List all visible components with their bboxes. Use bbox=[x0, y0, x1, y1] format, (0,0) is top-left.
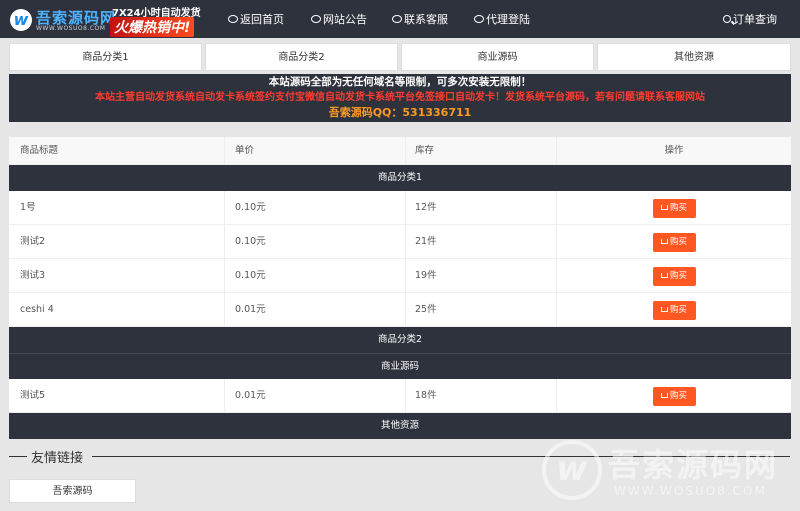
watermark: w 吾索源码网 WWW.WOSUO8.COM bbox=[540, 436, 790, 504]
product-stock: 12件 bbox=[415, 202, 437, 213]
product-stock: 21件 bbox=[415, 236, 437, 247]
product-title: ceshi 4 bbox=[20, 304, 54, 315]
table-row: 测试3 0.10元 19件 购买 bbox=[9, 259, 791, 293]
cart-icon bbox=[660, 239, 668, 244]
action-cell: 购买 bbox=[557, 191, 791, 224]
table-row: ceshi 4 0.01元 25件 购买 bbox=[9, 293, 791, 327]
tab-commercial-source[interactable]: 商业源码 bbox=[401, 43, 594, 71]
product-stock: 18件 bbox=[415, 390, 437, 401]
buy-button[interactable]: 购买 bbox=[652, 199, 696, 218]
header-price: 单价 bbox=[235, 145, 255, 156]
nav-home-link[interactable]: 返回首页 bbox=[228, 11, 284, 27]
tab-category-1[interactable]: 商品分类1 bbox=[9, 43, 202, 71]
order-search-label: 订单查询 bbox=[733, 13, 777, 26]
product-title: 测试2 bbox=[20, 236, 46, 247]
product-title: 测试5 bbox=[20, 390, 46, 401]
nav-home-label: 返回首页 bbox=[240, 13, 284, 26]
announcement-line-3: 吾索源码QQ：531336711 bbox=[328, 106, 472, 119]
category-row: 商业源码 bbox=[9, 353, 791, 379]
cart-icon bbox=[660, 307, 668, 312]
friend-link-item[interactable]: 吾索源码 bbox=[9, 479, 136, 503]
header-stock: 库存 bbox=[415, 145, 435, 156]
header-title: 商品标题 bbox=[20, 145, 59, 156]
product-price: 0.10元 bbox=[235, 202, 266, 213]
cart-icon bbox=[660, 205, 668, 210]
nav-agent-link[interactable]: 代理登陆 bbox=[474, 11, 530, 27]
notice-icon bbox=[311, 15, 321, 23]
home-icon bbox=[228, 15, 238, 23]
nav-service-link[interactable]: 联系客服 bbox=[392, 11, 448, 27]
buy-button[interactable]: 购买 bbox=[652, 267, 696, 286]
action-cell: 购买 bbox=[557, 379, 791, 412]
table-row: 测试5 0.01元 18件 购买 bbox=[9, 379, 791, 413]
action-cell: 购买 bbox=[557, 259, 791, 292]
product-price: 0.10元 bbox=[235, 236, 266, 247]
table-row: 1号 0.10元 12件 购买 bbox=[9, 191, 791, 225]
top-navbar: w 吾索源码网 WWW.WOSUO8.COM 7X24小时自动发货 火爆热销中!… bbox=[0, 0, 800, 38]
product-stock: 19件 bbox=[415, 270, 437, 281]
friend-links-title: 友情链接 bbox=[29, 447, 86, 466]
announcement-banner: 本站源码全部为无任何域名等限制，可多次安装无限制！ 本站主营自动发货系统自动发卡… bbox=[9, 74, 791, 122]
buy-button[interactable]: 购买 bbox=[652, 233, 696, 252]
product-stock: 25件 bbox=[415, 304, 437, 315]
product-price: 0.01元 bbox=[235, 304, 266, 315]
logo-mark-icon: w bbox=[10, 9, 32, 31]
product-title: 1号 bbox=[20, 202, 36, 213]
product-title: 测试3 bbox=[20, 270, 46, 281]
category-row: 商品分类1 bbox=[9, 165, 791, 191]
friend-links-divider-left bbox=[9, 456, 27, 457]
watermark-logo-icon: w bbox=[542, 440, 602, 500]
header-action: 操作 bbox=[664, 145, 684, 156]
nav-service-label: 联系客服 bbox=[404, 13, 448, 26]
action-cell: 购买 bbox=[557, 225, 791, 258]
site-logo[interactable]: w 吾索源码网 WWW.WOSUO8.COM 7X24小时自动发货 火爆热销中! bbox=[10, 4, 215, 37]
logo-url: WWW.WOSUO8.COM bbox=[36, 25, 106, 32]
announcement-line-1: 本站源码全部为无任何域名等限制，可多次安装无限制！ bbox=[268, 76, 532, 88]
nav-agent-label: 代理登陆 bbox=[486, 13, 530, 26]
nav-notice-link[interactable]: 网站公告 bbox=[311, 11, 367, 27]
buy-button[interactable]: 购买 bbox=[652, 387, 696, 406]
tab-other-resources[interactable]: 其他资源 bbox=[597, 43, 791, 71]
cart-icon bbox=[660, 393, 668, 398]
watermark-url: WWW.WOSUO8.COM bbox=[614, 484, 767, 498]
service-icon bbox=[392, 15, 402, 23]
logo-promo-line2: 火爆热销中! bbox=[110, 17, 195, 37]
product-price: 0.01元 bbox=[235, 390, 266, 401]
nav-notice-label: 网站公告 bbox=[323, 13, 367, 26]
product-price: 0.10元 bbox=[235, 270, 266, 281]
tab-category-2[interactable]: 商品分类2 bbox=[205, 43, 398, 71]
search-icon bbox=[723, 15, 731, 23]
product-table: 商品标题 单价 库存 操作 商品分类1 1号 0.10元 12件 购买 测试2 … bbox=[9, 137, 791, 439]
buy-button[interactable]: 购买 bbox=[652, 301, 696, 320]
table-header-row: 商品标题 单价 库存 操作 bbox=[9, 137, 791, 165]
category-row: 商品分类2 bbox=[9, 327, 791, 353]
announcement-line-2: 本站主营自动发货系统自动发卡系统签约支付宝微信自动发货卡系统平台免签接口自动发卡… bbox=[95, 92, 705, 103]
table-row: 测试2 0.10元 21件 购买 bbox=[9, 225, 791, 259]
action-cell: 购买 bbox=[557, 293, 791, 326]
cart-icon bbox=[660, 273, 668, 278]
watermark-name: 吾索源码网 bbox=[608, 446, 779, 484]
order-search-link[interactable]: 订单查询 bbox=[723, 11, 777, 27]
agent-icon bbox=[474, 15, 484, 23]
